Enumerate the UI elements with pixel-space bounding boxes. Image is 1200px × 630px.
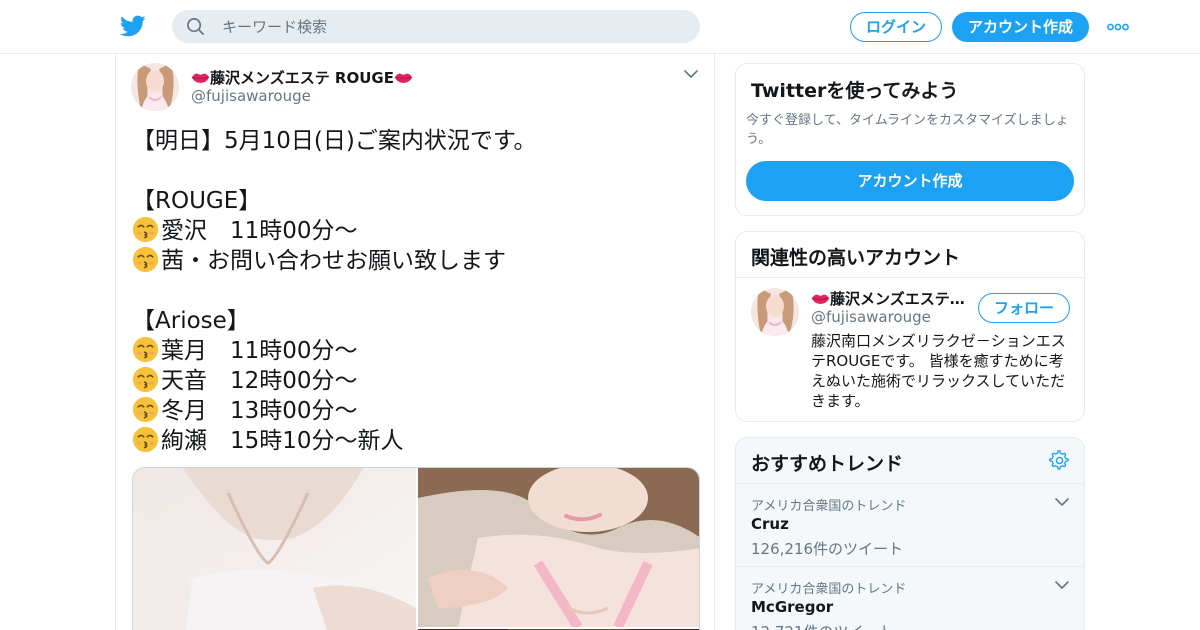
tweet-line-with-emoji: 葉月 11時00分～ (132, 336, 702, 366)
kissing-face-icon (132, 246, 159, 273)
related-account-name-text: 藤沢メンズエステ… (830, 290, 965, 308)
search-box (172, 10, 700, 43)
gear-icon[interactable] (1049, 450, 1070, 471)
trend-name[interactable]: McGregor (751, 598, 833, 616)
trend-item[interactable]: アメリカ合衆国のトレンド Cruz 126,216件のツイート (736, 483, 1084, 566)
tweet-author-name[interactable]: 藤沢メンズエステ ROUGE (191, 67, 413, 88)
divider (736, 277, 1084, 278)
kissing-face-icon (132, 426, 159, 453)
signup-card-title: Twitterを使ってみよう (751, 80, 959, 102)
tweet-line: 【Ariose】 (132, 308, 250, 334)
login-button[interactable]: ログイン (850, 12, 942, 42)
signup-card-description: 今すぐ登録して、タイムラインをカスタマイズしましょう。 (746, 113, 1069, 147)
tweet-line-with-emoji: 天音 12時00分～ (132, 366, 702, 396)
tweet-line-text: 茜・お問い合わせお願い致します (161, 248, 506, 274)
kissing-face-icon (132, 396, 159, 423)
tweet-line-with-emoji: 絢瀬 15時10分～新人 (132, 426, 702, 456)
search-icon (187, 18, 204, 35)
lips-icon (191, 71, 210, 84)
related-account-handle[interactable]: @fujisawarouge (811, 308, 931, 326)
trend-tweet-count: 126,216件のツイート (751, 540, 904, 558)
trend-tweet-count: 12,721件のツイート (751, 621, 894, 630)
tweet-line-with-emoji: 冬月 13時00分～ (132, 396, 702, 426)
tweet-text: 【明日】5月10日(日)ご案内状況です。 【ROUGE】 愛沢 11時00分〜 … (132, 126, 702, 456)
more-dots-icon[interactable] (1106, 18, 1130, 36)
avatar[interactable] (131, 63, 179, 111)
tweet-media-grid (132, 467, 700, 630)
lips-icon (811, 292, 830, 305)
tweet-line: 【明日】5月10日(日)ご案内状況です。 (132, 128, 537, 154)
signup-card-button[interactable]: アカウント作成 (746, 161, 1074, 201)
follow-button[interactable]: フォロー (978, 293, 1070, 323)
tweet-permalink: 藤沢メンズエステ ROUGE @fujisawarouge 【明日】5月10日(… (115, 54, 715, 630)
chevron-down-icon[interactable] (1055, 580, 1069, 590)
tweet-line-text: 冬月 13時00分～ (161, 398, 358, 424)
trend-context: アメリカ合衆国のトレンド (751, 499, 907, 514)
tweet-line-with-emoji: 愛沢 11時00分〜 (132, 216, 702, 246)
kissing-face-icon (132, 216, 159, 243)
tweet-line-text: 絢瀬 15時10分～新人 (161, 428, 404, 454)
kissing-face-icon (132, 336, 159, 363)
top-navigation-bar: ログイン アカウント作成 (0, 0, 1200, 54)
tweet-line-with-emoji: 茜・お問い合わせお願い致します (132, 246, 702, 276)
tweet-line: 【ROUGE】 (132, 188, 262, 214)
twitter-bird-icon[interactable] (120, 13, 146, 39)
tweet-line-text: 天音 12時00分～ (161, 368, 358, 394)
tweet-author-handle[interactable]: @fujisawarouge (191, 87, 311, 105)
tweet-line-text: 葉月 11時00分～ (161, 338, 358, 364)
avatar[interactable] (751, 288, 799, 336)
related-account-name[interactable]: 藤沢メンズエステ… (811, 288, 971, 309)
lips-icon (394, 71, 413, 84)
tweet-line-text: 愛沢 11時00分〜 (161, 218, 358, 244)
trend-item[interactable]: アメリカ合衆国のトレンド McGregor 12,721件のツイート (736, 566, 1084, 630)
trend-context: アメリカ合衆国のトレンド (751, 582, 907, 597)
trends-title: おすすめトレンド (751, 453, 904, 475)
related-account-bio: 藤沢南口メンズリラクゼ－ションエステROUGEです。 皆様を癒すために考えぬいた… (811, 332, 1066, 410)
search-input[interactable] (222, 10, 692, 43)
signup-button[interactable]: アカウント作成 (952, 12, 1089, 42)
related-accounts-title: 関連性の高いアカウント (751, 247, 961, 269)
chevron-down-icon[interactable] (1055, 497, 1069, 507)
tweet-photo[interactable] (133, 468, 416, 630)
trend-name[interactable]: Cruz (751, 515, 789, 533)
trends-card: おすすめトレンド アメリカ合衆国のトレンド Cruz 126,216件のツイート… (735, 437, 1085, 630)
tweet-photo[interactable] (418, 468, 700, 627)
chevron-down-icon[interactable] (684, 69, 698, 79)
kissing-face-icon (132, 366, 159, 393)
related-accounts-card: 関連性の高いアカウント 藤沢メンズエステ… @fujisawarouge フォロ… (735, 231, 1085, 422)
author-name-text: 藤沢メンズエステ ROUGE (210, 69, 394, 87)
signup-card: Twitterを使ってみよう 今すぐ登録して、タイムラインをカスタマイズしましょ… (735, 63, 1085, 216)
